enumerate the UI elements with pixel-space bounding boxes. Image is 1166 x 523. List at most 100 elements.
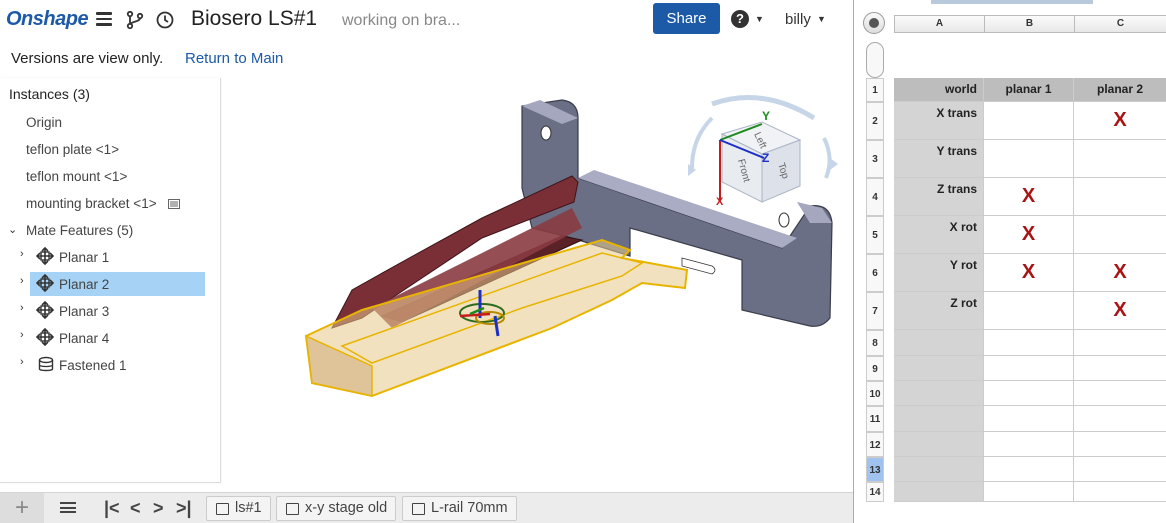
row-header-13[interactable]: 13 bbox=[866, 457, 884, 482]
first-tab-icon[interactable]: |< bbox=[104, 498, 120, 519]
cell-c3[interactable] bbox=[1074, 140, 1166, 178]
cell-a9[interactable] bbox=[894, 356, 984, 381]
cell-b13[interactable] bbox=[984, 457, 1074, 482]
scroll-knob[interactable] bbox=[866, 42, 884, 78]
history-clock-icon[interactable] bbox=[156, 11, 174, 29]
cell-a12[interactable] bbox=[894, 432, 984, 457]
cell-c1[interactable]: planar 2 bbox=[1074, 78, 1166, 102]
next-tab-icon[interactable]: > bbox=[153, 498, 164, 519]
cell-b12[interactable] bbox=[984, 432, 1074, 457]
cell-c2[interactable]: X bbox=[1074, 102, 1166, 140]
cell-c4[interactable] bbox=[1074, 178, 1166, 216]
cell-a14[interactable] bbox=[894, 482, 984, 502]
mate-features-chevron-down-icon[interactable]: ⌄ bbox=[8, 223, 17, 236]
tab-xy-stage-old[interactable]: x-y stage old bbox=[276, 496, 397, 521]
row-header-9[interactable]: 9 bbox=[866, 356, 884, 381]
cell-c7[interactable]: X bbox=[1074, 292, 1166, 330]
user-chevron-down-icon[interactable]: ▼ bbox=[817, 14, 826, 24]
help-chevron-down-icon[interactable]: ▼ bbox=[755, 14, 764, 24]
cell-b9[interactable] bbox=[984, 356, 1074, 381]
column-header-a[interactable]: A bbox=[894, 15, 985, 33]
instance-origin[interactable]: Origin bbox=[26, 115, 62, 130]
mate-planar-3[interactable]: Planar 3 bbox=[59, 304, 109, 319]
cell-c9[interactable] bbox=[1074, 356, 1166, 381]
planar-4-chevron-right-icon[interactable]: › bbox=[20, 329, 24, 341]
row-header-7[interactable]: 7 bbox=[866, 292, 884, 330]
cell-a10[interactable] bbox=[894, 381, 984, 406]
planar-3-chevron-right-icon[interactable]: › bbox=[20, 302, 24, 314]
fastened-1-chevron-right-icon[interactable]: › bbox=[20, 356, 24, 368]
cell-c10[interactable] bbox=[1074, 381, 1166, 406]
row-header-14[interactable]: 14 bbox=[866, 482, 884, 502]
cell-a5[interactable]: X rot bbox=[894, 216, 984, 254]
cell-c11[interactable] bbox=[1074, 406, 1166, 432]
tab-list-icon[interactable] bbox=[60, 502, 76, 515]
mate-planar-2[interactable]: Planar 2 bbox=[59, 277, 109, 292]
row-header-6[interactable]: 6 bbox=[866, 254, 884, 292]
cell-c6[interactable]: X bbox=[1074, 254, 1166, 292]
tab-l-rail[interactable]: L-rail 70mm bbox=[402, 496, 517, 521]
selected-row-highlight[interactable] bbox=[30, 272, 205, 296]
cell-b14[interactable] bbox=[984, 482, 1074, 502]
help-icon[interactable]: ? bbox=[731, 10, 749, 28]
row-header-8[interactable]: 8 bbox=[866, 330, 884, 356]
tab-ls1[interactable]: ls#1 bbox=[206, 496, 271, 521]
cell-a4[interactable]: Z trans bbox=[894, 178, 984, 216]
cell-a13[interactable] bbox=[894, 457, 984, 482]
document-title[interactable]: Biosero LS#1 bbox=[191, 7, 317, 31]
instance-teflon-plate[interactable]: teflon plate <1> bbox=[26, 142, 119, 157]
user-menu[interactable]: billy bbox=[785, 11, 811, 28]
cell-c8[interactable] bbox=[1074, 330, 1166, 356]
share-button[interactable]: Share bbox=[653, 3, 720, 34]
instance-mounting-bracket[interactable]: mounting bracket <1> bbox=[26, 196, 157, 211]
row-header-1[interactable]: 1 bbox=[866, 78, 884, 102]
instance-teflon-mount[interactable]: teflon mount <1> bbox=[26, 169, 127, 184]
cell-c14[interactable] bbox=[1074, 482, 1166, 502]
add-tab-button[interactable]: + bbox=[0, 493, 44, 523]
cell-a7[interactable]: Z rot bbox=[894, 292, 984, 330]
cell-c12[interactable] bbox=[1074, 432, 1166, 457]
cell-b3[interactable] bbox=[984, 140, 1074, 178]
planar-2-chevron-right-icon[interactable]: › bbox=[20, 275, 24, 287]
cell-a6[interactable]: Y rot bbox=[894, 254, 984, 292]
last-tab-icon[interactable]: >| bbox=[176, 498, 192, 519]
cell-a11[interactable] bbox=[894, 406, 984, 432]
mate-fastened-1[interactable]: Fastened 1 bbox=[59, 358, 127, 373]
sheet-tab-strip[interactable] bbox=[931, 0, 1093, 4]
instances-header[interactable]: Instances (3) bbox=[9, 86, 90, 102]
cell-b5[interactable]: X bbox=[984, 216, 1074, 254]
cell-a2[interactable]: X trans bbox=[894, 102, 984, 140]
mate-features-group[interactable]: Mate Features (5) bbox=[26, 223, 133, 238]
cell-a1[interactable]: world bbox=[894, 78, 984, 102]
cell-b7[interactable] bbox=[984, 292, 1074, 330]
cell-b10[interactable] bbox=[984, 381, 1074, 406]
cell-b11[interactable] bbox=[984, 406, 1074, 432]
cell-b6[interactable]: X bbox=[984, 254, 1074, 292]
record-button-icon[interactable] bbox=[863, 12, 885, 34]
cell-b2[interactable] bbox=[984, 102, 1074, 140]
row-header-10[interactable]: 10 bbox=[866, 381, 884, 406]
document-subtitle[interactable]: working on bra... bbox=[342, 12, 460, 30]
assembly-model[interactable]: Y Z X Left Front Top bbox=[222, 78, 853, 492]
mate-planar-4[interactable]: Planar 4 bbox=[59, 331, 109, 346]
row-header-4[interactable]: 4 bbox=[866, 178, 884, 216]
cell-c5[interactable] bbox=[1074, 216, 1166, 254]
planar-1-chevron-right-icon[interactable]: › bbox=[20, 248, 24, 260]
cell-a3[interactable]: Y trans bbox=[894, 140, 984, 178]
row-header-3[interactable]: 3 bbox=[866, 140, 884, 178]
row-header-2[interactable]: 2 bbox=[866, 102, 884, 140]
cell-b1[interactable]: planar 1 bbox=[984, 78, 1074, 102]
cell-c13[interactable] bbox=[1074, 457, 1166, 482]
cell-b4[interactable]: X bbox=[984, 178, 1074, 216]
previous-tab-icon[interactable]: < bbox=[130, 498, 141, 519]
cell-a8[interactable] bbox=[894, 330, 984, 356]
row-header-12[interactable]: 12 bbox=[866, 432, 884, 457]
cell-b8[interactable] bbox=[984, 330, 1074, 356]
menu-icon[interactable] bbox=[96, 12, 112, 26]
branch-icon[interactable] bbox=[126, 10, 144, 30]
return-to-main-link[interactable]: Return to Main bbox=[185, 50, 283, 67]
sketch-visibility-icon[interactable] bbox=[168, 199, 180, 209]
row-header-5[interactable]: 5 bbox=[866, 216, 884, 254]
graphics-viewport[interactable]: Y Z X Left Front Top bbox=[222, 78, 853, 492]
row-header-11[interactable]: 11 bbox=[866, 406, 884, 432]
